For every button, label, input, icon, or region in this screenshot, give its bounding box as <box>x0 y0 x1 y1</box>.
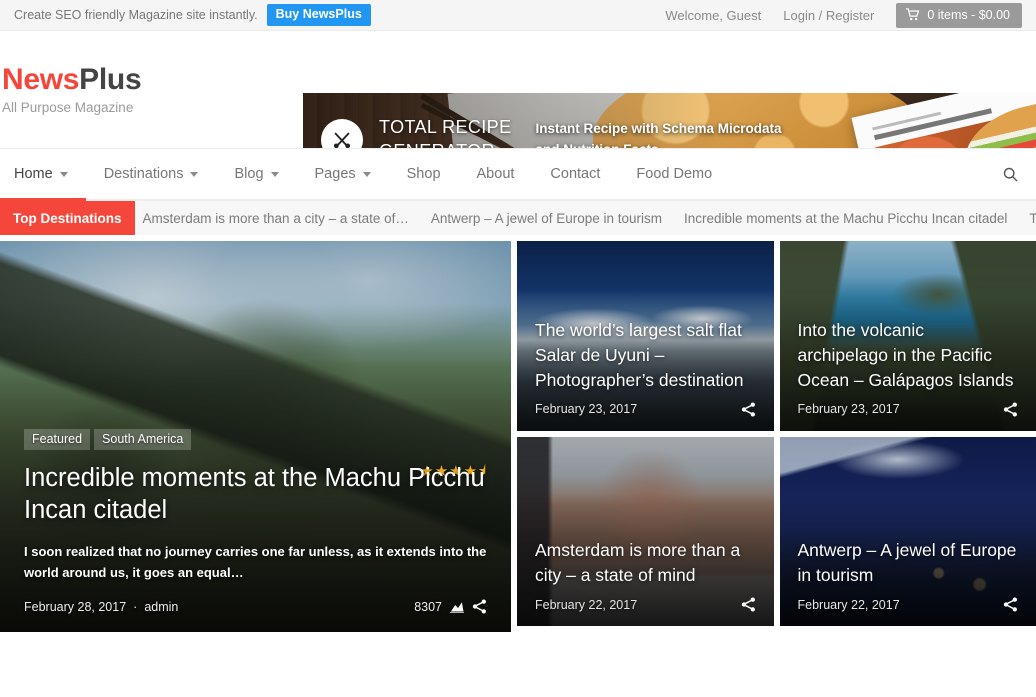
ticker-item[interactable]: Antwerp – A jewel of Europe in tourism <box>431 211 662 226</box>
nav-item-pages[interactable]: Pages <box>297 149 389 199</box>
nav-item-blog[interactable]: Blog <box>216 149 296 199</box>
hero-post-excerpt: I soon realized that no journey carries … <box>24 543 487 580</box>
site-logo[interactable]: NewsPlus <box>2 64 300 96</box>
hero-post-title[interactable]: Incredible moments at the Machu Picchu I… <box>24 462 487 527</box>
search-icon <box>1003 167 1018 182</box>
post-meta: February 23, 2017 <box>797 401 1019 417</box>
featured-posts-grid: ★★★★⯨ Featured South America Incredible … <box>0 235 1036 632</box>
post-body: Into the volcanic archipelago in the Pac… <box>780 318 1036 431</box>
ticker-item[interactable]: Th <box>1029 211 1036 226</box>
nav-item-shop[interactable]: Shop <box>389 149 459 199</box>
nav-label: Home <box>14 166 53 182</box>
share-icon[interactable] <box>741 597 756 612</box>
post-title[interactable]: The world’s largest salt flat Salar de U… <box>535 318 756 393</box>
ticker-item[interactable]: Incredible moments at the Machu Picchu I… <box>684 211 1007 226</box>
badge-category[interactable]: South America <box>94 428 192 450</box>
post-date: February 22, 2017 <box>797 597 900 612</box>
post-date: February 23, 2017 <box>535 402 638 416</box>
stats-icon <box>450 601 464 613</box>
hero-post-body: Featured South America Incredible moment… <box>0 428 511 632</box>
post-title[interactable]: Antwerp – A jewel of Europe in tourism <box>798 538 1019 588</box>
post-title[interactable]: Amsterdam is more than a city – a state … <box>535 538 756 588</box>
post-date: February 22, 2017 <box>535 597 638 612</box>
post-title[interactable]: Into the volcanic archipelago in the Pac… <box>798 318 1019 393</box>
hero-badges: Featured South America <box>24 428 487 450</box>
utility-bar: Create SEO friendly Magazine site instan… <box>0 0 1036 31</box>
shopping-cart-icon <box>906 8 920 21</box>
nav-label: Blog <box>234 166 264 182</box>
nav-item-about[interactable]: About <box>459 149 533 199</box>
nav-label: Food Demo <box>636 166 713 182</box>
primary-navigation: Home Destinations Blog Pages Shop About … <box>0 148 1036 201</box>
share-icon[interactable] <box>1003 401 1018 417</box>
share-icon[interactable] <box>472 599 487 614</box>
post-date: February 23, 2017 <box>797 402 900 416</box>
cart-total-label: 0 items - $0.00 <box>927 7 1010 22</box>
post-meta: February 23, 2017 <box>535 401 756 417</box>
post-body: Antwerp – A jewel of Europe in tourism F… <box>780 538 1036 626</box>
nav-label: Pages <box>314 166 356 182</box>
ticker-label[interactable]: Top Destinations <box>0 201 135 235</box>
post-card-galapagos-islands[interactable]: Into the volcanic archipelago in the Pac… <box>779 241 1036 431</box>
utility-bar-right: Welcome, Guest Login / Register 0 items … <box>665 2 1022 28</box>
nav-label: Shop <box>406 166 441 182</box>
secondary-posts-column: The world’s largest salt flat Salar de U… <box>517 241 1036 626</box>
chevron-down-icon <box>190 171 199 177</box>
nav-item-home[interactable]: Home <box>0 149 86 201</box>
cart-button[interactable]: 0 items - $0.00 <box>896 2 1022 28</box>
chevron-down-icon <box>270 171 279 177</box>
share-icon[interactable] <box>1003 597 1018 612</box>
logo-second-part: Plus <box>79 62 142 96</box>
hero-column: ★★★★⯨ Featured South America Incredible … <box>0 241 511 632</box>
nav-item-food-demo[interactable]: Food Demo <box>618 149 730 199</box>
site-branding[interactable]: NewsPlus All Purpose Magazine <box>0 64 300 116</box>
nav-item-destinations[interactable]: Destinations <box>86 149 217 199</box>
post-card-amsterdam[interactable]: Amsterdam is more than a city – a state … <box>517 436 774 626</box>
hero-post-date: February 28, 2017 <box>24 599 127 614</box>
secondary-posts-row-bottom: Amsterdam is more than a city – a state … <box>517 436 1036 626</box>
nav-label: Destinations <box>103 166 184 182</box>
share-icon[interactable] <box>741 401 756 417</box>
welcome-text: Welcome, Guest <box>665 7 762 23</box>
nav-label: About <box>476 166 515 182</box>
search-toggle-button[interactable] <box>985 149 1036 199</box>
login-register-link[interactable]: Login / Register <box>783 8 874 23</box>
post-card-antwerp[interactable]: Antwerp – A jewel of Europe in tourism F… <box>779 436 1036 626</box>
chevron-down-icon <box>59 171 68 177</box>
hero-post-author[interactable]: admin <box>144 600 178 614</box>
news-ticker: Top Destinations Amsterdam is more than … <box>0 201 1036 235</box>
hero-meta-right: 8307 <box>414 599 487 614</box>
hero-post-meta: February 28, 2017 · admin 8307 <box>24 599 487 614</box>
meta-separator: · <box>133 599 138 614</box>
post-meta: February 22, 2017 <box>798 597 1019 612</box>
buy-newsplus-button[interactable]: Buy NewsPlus <box>266 4 371 26</box>
badge-featured[interactable]: Featured <box>24 428 91 450</box>
logo-first-part: News <box>2 62 80 96</box>
post-body: Amsterdam is more than a city – a state … <box>517 538 774 626</box>
ticker-item[interactable]: Amsterdam is more than a city – a state … <box>143 211 409 226</box>
promo-text: Create SEO friendly Magazine site instan… <box>14 8 258 22</box>
hero-view-count: 8307 <box>414 599 442 614</box>
chevron-down-icon <box>362 171 371 177</box>
secondary-posts-row-top: The world’s largest salt flat Salar de U… <box>517 241 1036 431</box>
nav-items: Home Destinations Blog Pages Shop About … <box>0 149 730 201</box>
post-body: The world’s largest salt flat Salar de U… <box>517 318 774 431</box>
nav-label: Contact <box>550 166 601 182</box>
ticker-items: Amsterdam is more than a city – a state … <box>135 201 1036 235</box>
hero-post-card[interactable]: ★★★★⯨ Featured South America Incredible … <box>0 241 511 632</box>
post-card-salar-de-uyuni[interactable]: The world’s largest salt flat Salar de U… <box>517 241 774 431</box>
masthead: NewsPlus All Purpose Magazine TOTAL RECI… <box>0 31 1036 186</box>
utility-bar-left: Create SEO friendly Magazine site instan… <box>14 4 371 26</box>
post-meta: February 22, 2017 <box>535 597 756 612</box>
nav-item-contact[interactable]: Contact <box>532 149 618 199</box>
site-tagline: All Purpose Magazine <box>2 100 134 116</box>
